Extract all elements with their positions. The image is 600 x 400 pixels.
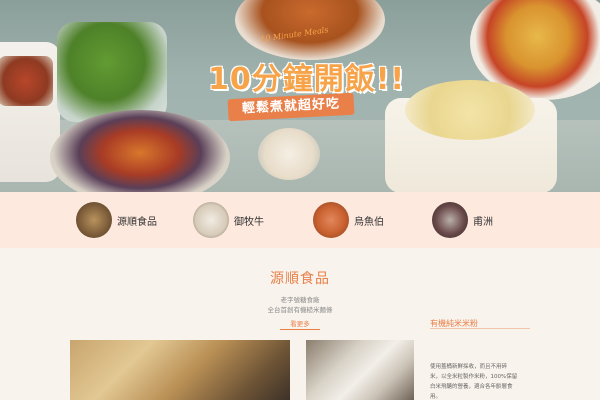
promo-title: 10分鐘開飯!! — [208, 62, 406, 97]
category-bar: 源順食品 御牧牛 烏魚伯 甫洲 — [0, 192, 600, 248]
category-label: 烏魚伯 — [354, 216, 384, 228]
hero-banner[interactable]: 10 Minute Meals 10分鐘開飯!! 輕鬆煮就超好吃 — [0, 0, 600, 192]
noodle-thumb-icon — [76, 202, 112, 238]
product-description: 使用蓋桶新鮮採收，而且不用碎 — [430, 364, 508, 370]
rice-vermicelli-photo[interactable] — [306, 340, 414, 400]
section-description: 老字號糖食廠 — [280, 296, 320, 304]
promo-subtitle: 10 Minute Meals — [259, 25, 329, 44]
brand-section: 源順食品 老字號糖食廠 全台首創有機糙米麵條 看更多 有機純米米粉 使用蓋桶新鮮… — [0, 248, 600, 400]
dumpling-thumb-icon — [193, 202, 229, 238]
product-description: 白米飛醣的營養，適合各年齡層食 — [430, 384, 513, 390]
category-label: 御牧牛 — [234, 216, 264, 228]
see-more-link[interactable]: 看更多 — [280, 318, 320, 330]
noodle-photo[interactable] — [70, 340, 290, 400]
category-item-fuzhou[interactable]: 甫洲 — [432, 202, 493, 238]
broccoli-jar-image — [57, 22, 167, 122]
grain-thumb-icon — [432, 202, 468, 238]
section-title: 源順食品 — [270, 271, 330, 287]
category-label: 甫洲 — [473, 216, 493, 228]
cauliflower-image — [258, 128, 320, 180]
category-label: 源順食品 — [117, 216, 157, 228]
category-item-yuanshun[interactable]: 源順食品 — [76, 202, 157, 238]
lunchbox-food — [0, 56, 53, 106]
roe-thumb-icon — [313, 202, 349, 238]
section-description: 全台首創有機糙米麵條 — [267, 306, 333, 314]
mashed-potato-image — [385, 80, 557, 192]
product-description: 米，以全米粒製作米粉，100%保留 — [430, 374, 518, 380]
product-divider — [430, 328, 530, 329]
promo-badge: 10 Minute Meals 10分鐘開飯!! 輕鬆煮就超好吃 — [200, 25, 404, 128]
product-description: 用。 — [430, 394, 442, 400]
category-item-yumuniu[interactable]: 御牧牛 — [193, 202, 264, 238]
mashed-potato — [405, 80, 535, 140]
category-item-wuyubo[interactable]: 烏魚伯 — [313, 202, 384, 238]
